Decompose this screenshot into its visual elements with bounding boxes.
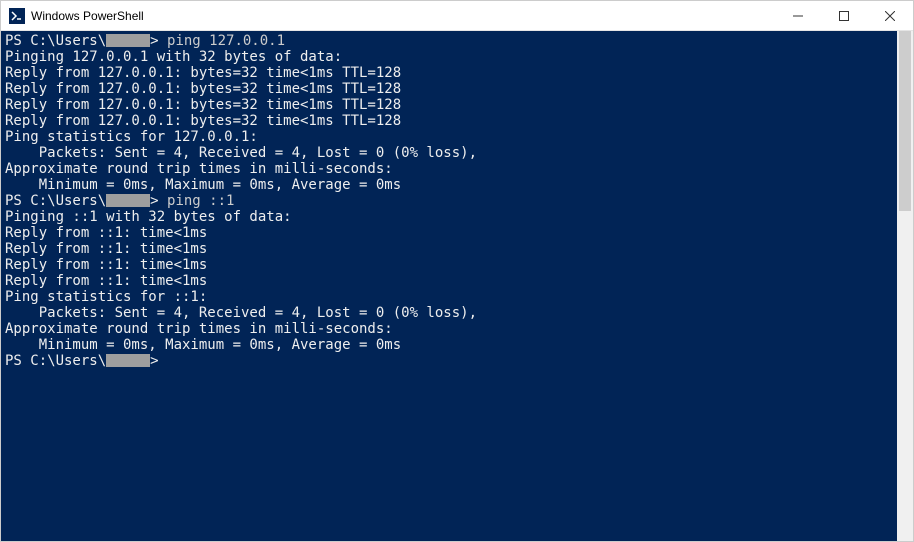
prompt-line: PS C:\Users\ > ping ::1 [5, 193, 893, 209]
output-line: Pinging 127.0.0.1 with 32 bytes of data: [5, 49, 893, 65]
terminal-area: PS C:\Users\ > ping 127.0.0.1Pinging 127.… [1, 31, 913, 541]
window-titlebar: Windows PowerShell [1, 1, 913, 31]
output-line: Pinging ::1 with 32 bytes of data: [5, 209, 893, 225]
prompt-suffix: > [150, 193, 167, 209]
redacted-username [106, 34, 150, 47]
prompt-prefix: PS C:\Users\ [5, 33, 106, 49]
prompt-suffix: > [150, 33, 167, 49]
output-line: Packets: Sent = 4, Received = 4, Lost = … [5, 145, 893, 161]
output-line: Reply from ::1: time<1ms [5, 273, 893, 289]
prompt-line: PS C:\Users\ > [5, 353, 893, 369]
output-line: Minimum = 0ms, Maximum = 0ms, Average = … [5, 337, 893, 353]
powershell-icon [9, 8, 25, 24]
scroll-thumb[interactable] [899, 31, 911, 211]
command-text: ping 127.0.0.1 [167, 33, 285, 49]
output-line: Approximate round trip times in milli-se… [5, 161, 893, 177]
maximize-button[interactable] [821, 1, 867, 30]
output-line: Reply from 127.0.0.1: bytes=32 time<1ms … [5, 113, 893, 129]
prompt-prefix: PS C:\Users\ [5, 353, 106, 369]
minimize-button[interactable] [775, 1, 821, 30]
redacted-username [106, 194, 150, 207]
output-line: Reply from ::1: time<1ms [5, 257, 893, 273]
output-line: Reply from 127.0.0.1: bytes=32 time<1ms … [5, 97, 893, 113]
output-line: Ping statistics for ::1: [5, 289, 893, 305]
command-text: ping ::1 [167, 193, 234, 209]
prompt-prefix: PS C:\Users\ [5, 193, 106, 209]
scrollbar[interactable] [897, 31, 913, 541]
output-line: Reply from ::1: time<1ms [5, 241, 893, 257]
redacted-username [106, 354, 150, 367]
window-controls [775, 1, 913, 30]
prompt-suffix: > [150, 353, 167, 369]
close-button[interactable] [867, 1, 913, 30]
prompt-line: PS C:\Users\ > ping 127.0.0.1 [5, 33, 893, 49]
output-line: Ping statistics for 127.0.0.1: [5, 129, 893, 145]
output-line: Reply from 127.0.0.1: bytes=32 time<1ms … [5, 65, 893, 81]
output-line: Packets: Sent = 4, Received = 4, Lost = … [5, 305, 893, 321]
output-line: Reply from ::1: time<1ms [5, 225, 893, 241]
output-line: Reply from 127.0.0.1: bytes=32 time<1ms … [5, 81, 893, 97]
output-line: Approximate round trip times in milli-se… [5, 321, 893, 337]
window-title: Windows PowerShell [31, 9, 775, 23]
output-line: Minimum = 0ms, Maximum = 0ms, Average = … [5, 177, 893, 193]
terminal-output[interactable]: PS C:\Users\ > ping 127.0.0.1Pinging 127.… [1, 31, 897, 541]
